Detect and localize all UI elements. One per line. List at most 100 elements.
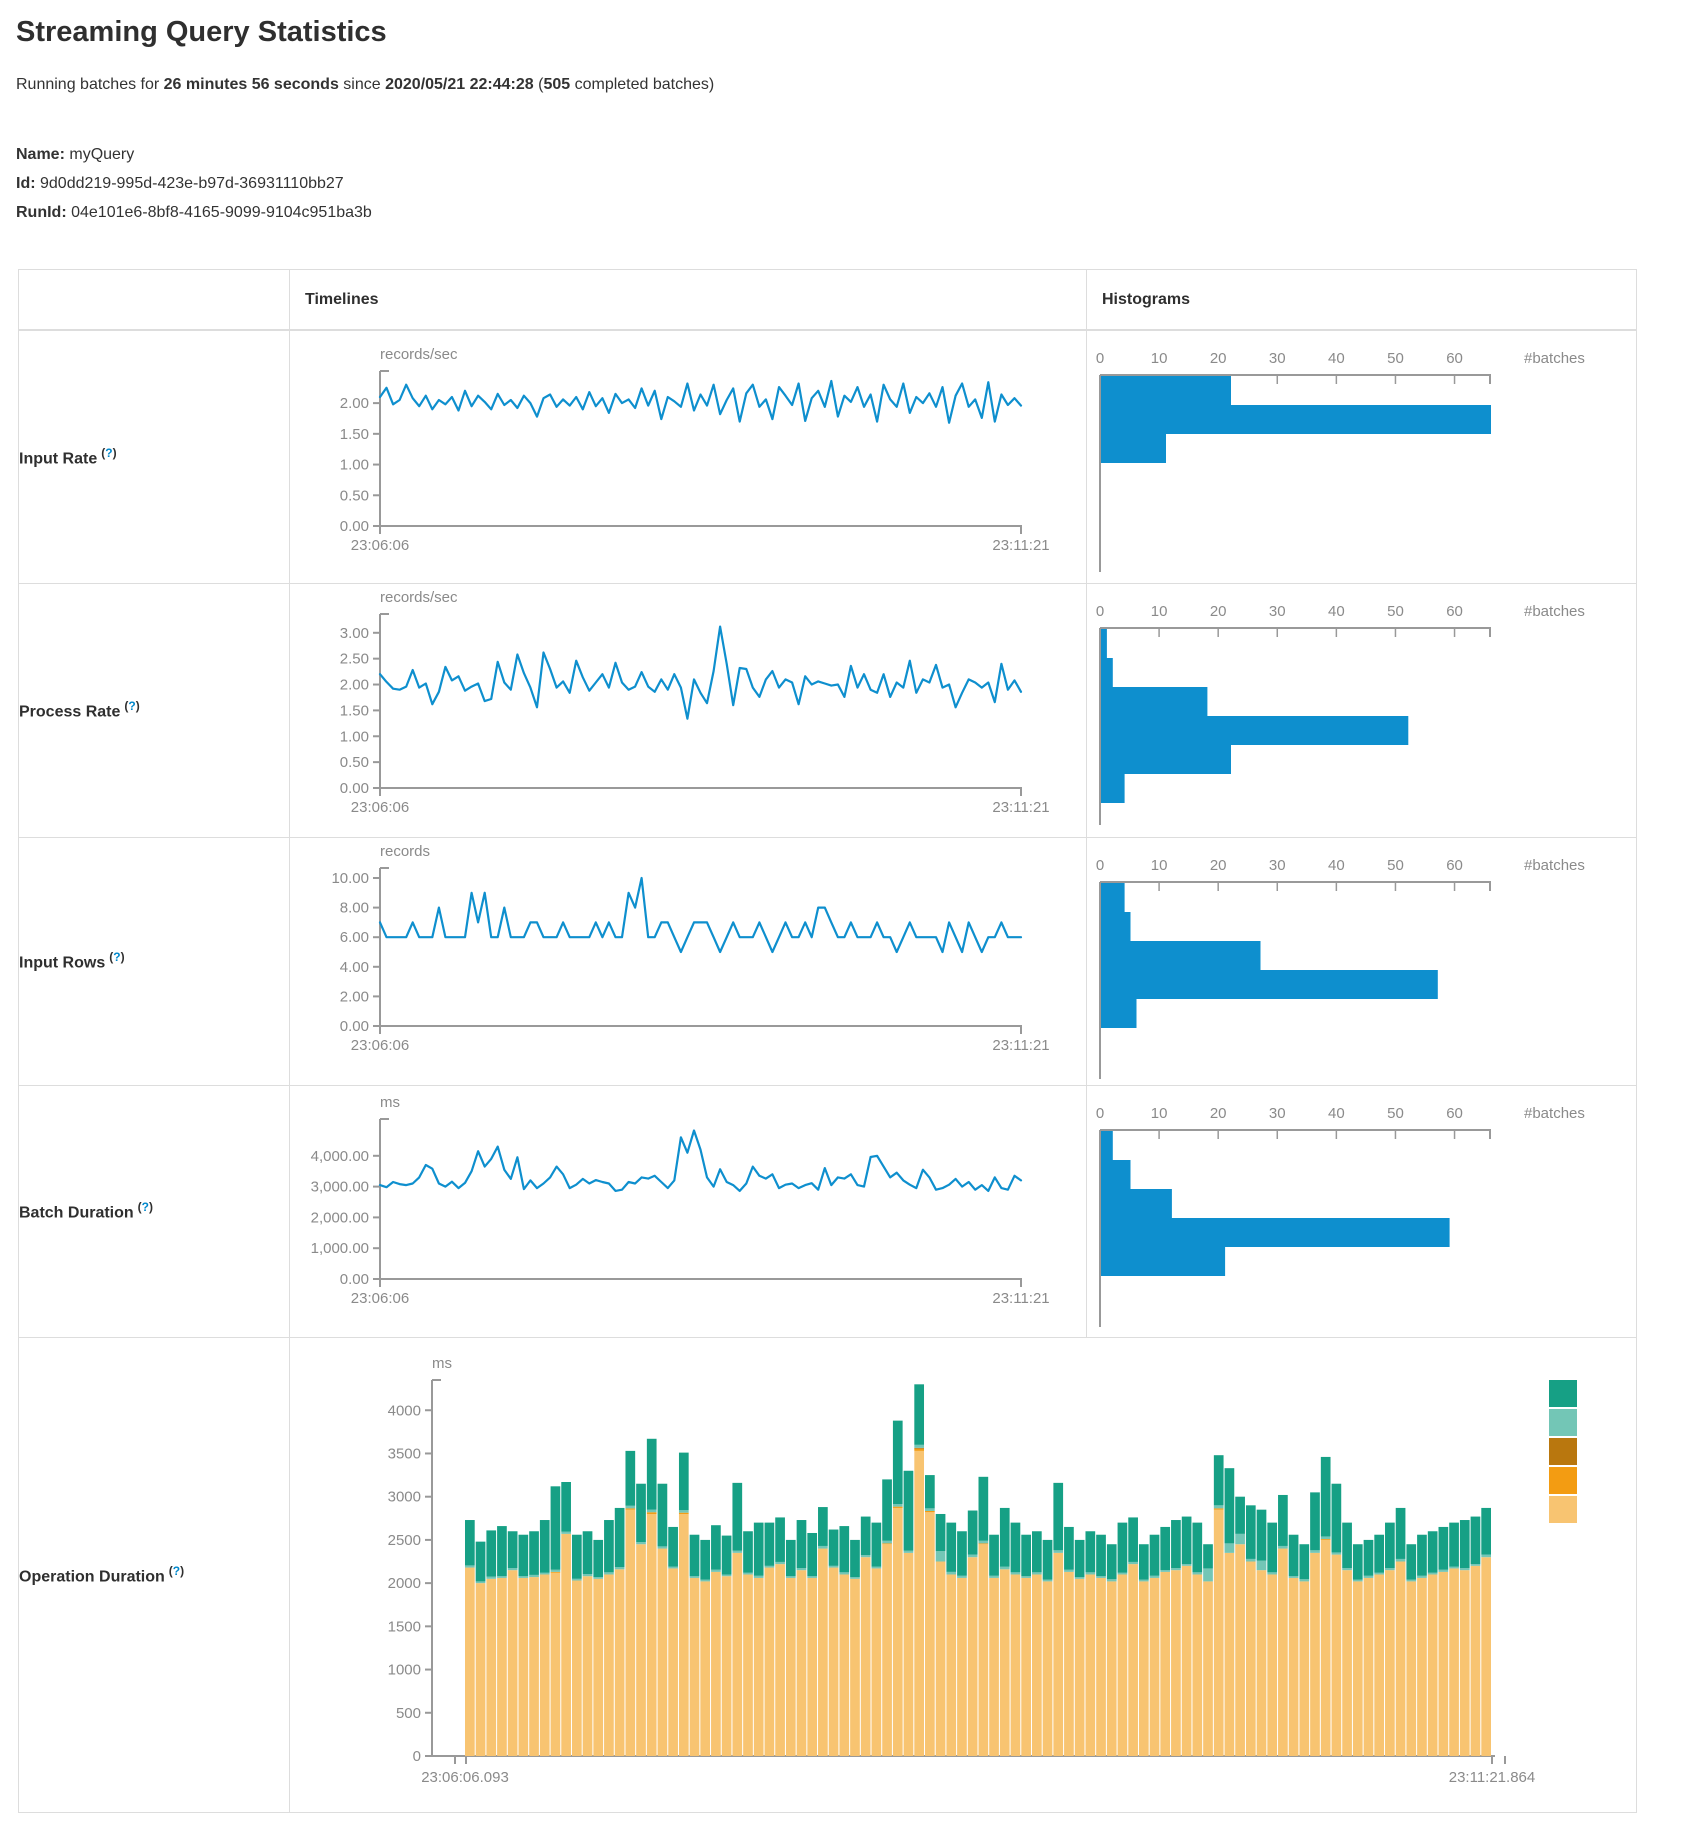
row-batch-duration: Batch Duration(?) 0.001,000.002,000.003,… [19,1086,1637,1338]
help-question-icon[interactable]: ? [105,446,112,460]
input-rate-timeline-cell: 0.000.501.001.502.00records/sec23:06:062… [290,330,1087,584]
svg-text:10: 10 [1151,857,1168,874]
svg-text:40: 40 [1328,603,1345,620]
query-id-line: Id: 9d0dd219-995d-423e-b97d-36931110bb27 [16,169,1693,198]
help-paren-close: ) [149,1200,153,1214]
paren-open: ( [534,76,544,93]
operation-duration-label-cell: Operation Duration (?) [19,1338,290,1813]
row-process-rate: Process Rate(?) 0.000.501.001.502.002.50… [19,584,1637,838]
svg-text:4000: 4000 [388,1402,421,1419]
legend-swatch [1549,1496,1577,1523]
row-label: Batch Duration [19,1205,134,1222]
svg-text:1000: 1000 [388,1662,421,1679]
input-rate-label-cell: Input Rate(?) [19,330,290,584]
batch-duration-help-link[interactable]: (?) [138,1200,153,1214]
svg-text:40: 40 [1328,857,1345,874]
help-question-icon[interactable]: ? [128,699,135,713]
svg-text:ms: ms [380,1094,400,1111]
svg-text:30: 30 [1269,1105,1286,1122]
row-label: Input Rows [19,955,105,972]
svg-text:#batches: #batches [1524,603,1585,620]
row-operation-duration: Operation Duration(?) 050010001500200025… [19,1338,1637,1813]
svg-text:records: records [380,843,430,860]
input-rate-timeline-chart: 0.000.501.001.502.00records/sec23:06:062… [290,331,1071,583]
help-question-icon[interactable]: ? [113,950,120,964]
svg-text:0: 0 [1096,350,1104,367]
svg-text:500: 500 [396,1705,421,1722]
svg-text:50: 50 [1387,350,1404,367]
page-title: Streaming Query Statistics [16,16,1693,49]
svg-text:60: 60 [1446,1105,1463,1122]
row-input-rows: Input Rows(?) 0.002.004.006.008.0010.00r… [19,838,1637,1086]
svg-text:0.00: 0.00 [340,1271,369,1288]
input-rows-label-cell: Input Rows (?) [19,838,290,1086]
input-rows-histogram-chart: 0102030405060#batches [1087,838,1621,1085]
svg-text:8.00: 8.00 [340,900,369,917]
svg-text:6.00: 6.00 [340,929,369,946]
runid-value: 04e101e6-8bf8-4165-9099-9104c951ba3b [71,204,372,221]
completed-suffix: completed batches) [570,76,714,93]
svg-text:0: 0 [1096,857,1104,874]
svg-text:20: 20 [1210,350,1227,367]
svg-text:50: 50 [1387,603,1404,620]
timelines-header: Timelines [290,270,1087,331]
svg-text:3.00: 3.00 [340,625,369,642]
svg-text:23:06:06: 23:06:06 [351,1290,409,1307]
histograms-header: Histograms [1087,270,1637,331]
help-question-icon[interactable]: ? [142,1200,149,1214]
svg-text:40: 40 [1328,350,1345,367]
process-rate-help-link[interactable]: (?) [124,699,139,713]
start-timestamp: 2020/05/21 22:44:28 [385,76,534,93]
input-rows-help-link[interactable]: (?) [109,950,124,964]
svg-text:#batches: #batches [1524,857,1585,874]
operation-duration-legend [1549,1380,1577,1523]
svg-text:0: 0 [413,1748,421,1765]
input-rows-timeline-cell: 0.002.004.006.008.0010.00records23:06:06… [290,838,1087,1086]
operation-duration-chart-cell: 05001000150020002500300035004000ms23:06:… [290,1338,1637,1813]
svg-text:23:06:06: 23:06:06 [351,537,409,554]
table-header-row: Timelines Histograms [19,270,1637,331]
svg-text:30: 30 [1269,603,1286,620]
svg-text:1.00: 1.00 [340,728,369,745]
svg-text:2.50: 2.50 [340,651,369,668]
svg-text:0.50: 0.50 [340,754,369,771]
svg-text:23:06:06: 23:06:06 [351,799,409,816]
svg-text:0.50: 0.50 [340,487,369,504]
process-rate-histogram-cell: 0102030405060#batches [1087,584,1637,838]
svg-text:1.50: 1.50 [340,426,369,443]
help-paren-close: ) [113,446,117,460]
svg-text:2.00: 2.00 [340,988,369,1005]
svg-text:1,000.00: 1,000.00 [311,1240,369,1257]
svg-text:3,000.00: 3,000.00 [311,1179,369,1196]
legend-swatch [1549,1380,1577,1407]
batch-duration-timeline-chart: 0.001,000.002,000.003,000.004,000.00ms23… [290,1086,1071,1337]
name-label: Name: [16,146,65,163]
id-value: 9d0dd219-995d-423e-b97d-36931110bb27 [40,175,344,192]
streaming-statistics-page: Streaming Query Statistics Running batch… [0,0,1693,1833]
svg-text:records/sec: records/sec [380,346,458,363]
completed-batch-count: 505 [543,76,570,93]
batch-duration-histogram-cell: 0102030405060#batches [1087,1086,1637,1338]
svg-text:10.00: 10.00 [331,870,369,887]
stats-table: Timelines Histograms Input Rate(?) 0.00 0… [18,269,1637,1813]
svg-text:1.50: 1.50 [340,702,369,719]
row-label: Operation Duration [19,1568,165,1585]
operation-duration-help-link[interactable]: (?) [169,1564,184,1578]
empty-header-cell [19,270,290,331]
input-rate-help-link[interactable]: (?) [101,446,116,460]
operation-duration-stacked-chart: 05001000150020002500300035004000ms23:06:… [290,1338,1606,1812]
svg-text:4,000.00: 4,000.00 [311,1148,369,1165]
process-rate-timeline-chart: 0.000.501.001.502.002.503.00records/sec2… [290,584,1071,837]
legend-swatch [1549,1467,1577,1494]
running-summary: Running batches for 26 minutes 56 second… [16,76,1693,94]
svg-text:0.00: 0.00 [340,780,369,797]
process-rate-histogram-chart: 0102030405060#batches [1087,584,1621,837]
svg-text:20: 20 [1210,1105,1227,1122]
svg-text:2000: 2000 [388,1575,421,1592]
svg-text:23:11:21: 23:11:21 [992,1037,1049,1054]
svg-text:40: 40 [1328,1105,1345,1122]
svg-text:23:11:21: 23:11:21 [992,799,1049,816]
svg-text:1.00: 1.00 [340,457,369,474]
input-rate-histogram-chart: 0102030405060#batches [1087,331,1621,583]
svg-text:30: 30 [1269,857,1286,874]
